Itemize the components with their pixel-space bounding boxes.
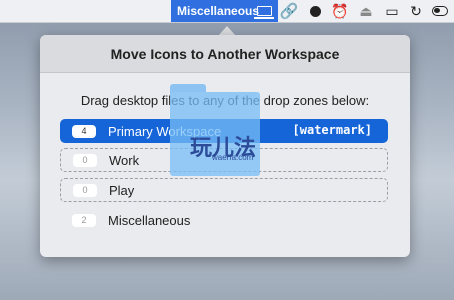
watermark-url: waerfa.com	[212, 153, 254, 162]
watermark-tag: [watermark]	[292, 123, 372, 137]
panel-title: Move Icons to Another Workspace	[40, 35, 410, 73]
zone-count-badge: 4	[72, 124, 96, 138]
zone-label: Work	[109, 152, 140, 168]
zone-label: Miscellaneous	[108, 212, 191, 228]
zone-count-badge: 0	[73, 183, 97, 197]
spinner-icon[interactable]: ↻	[408, 3, 424, 19]
upload-icon[interactable]: ⏏	[358, 3, 374, 19]
clock-icon[interactable]: ⏰	[331, 3, 348, 19]
drop-zone-play[interactable]: 0 Play	[60, 178, 388, 202]
laptop-icon	[254, 6, 274, 19]
zone-count-badge: 2	[72, 213, 96, 227]
link-icon[interactable]: 🔗	[280, 3, 299, 20]
workspace-menu-label: Miscellaneous	[177, 4, 260, 18]
zone-count-badge: 0	[73, 153, 97, 167]
workspace-menu-item[interactable]: Miscellaneous	[171, 0, 278, 22]
menu-bar: Miscellaneous 🔗 ⏰ ⏏ ▭ ↻	[0, 0, 454, 23]
drop-zone-miscellaneous[interactable]: 2 Miscellaneous	[60, 208, 388, 232]
zone-label: Play	[109, 182, 135, 198]
record-icon[interactable]	[307, 3, 323, 19]
document-icon[interactable]: ▭	[384, 3, 400, 19]
toggle-icon[interactable]	[432, 3, 448, 19]
